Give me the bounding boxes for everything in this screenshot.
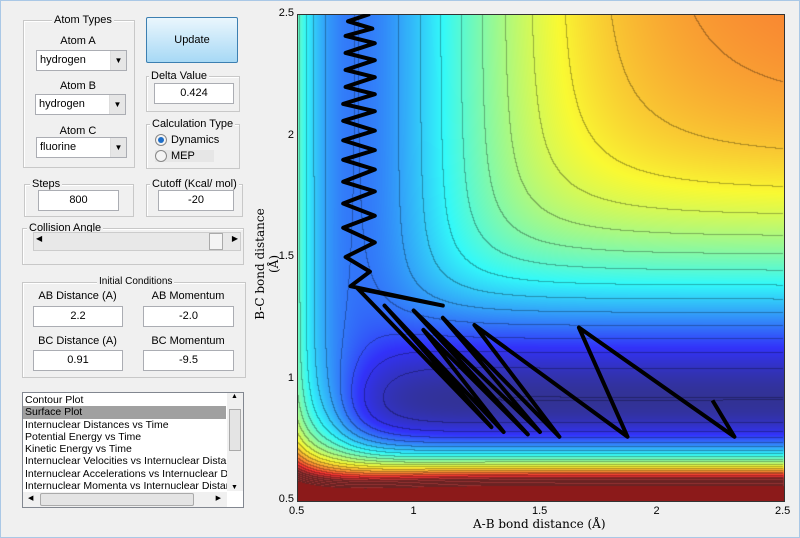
list-item[interactable]: Internuclear Velocities vs Internuclear …: [23, 455, 243, 467]
atom-b-select[interactable]: hydrogen ▼: [35, 94, 126, 115]
scrollbar-thumb[interactable]: [40, 493, 194, 506]
atom-a-select[interactable]: hydrogen ▼: [36, 50, 127, 71]
cutoff-input[interactable]: -20: [158, 190, 234, 211]
bc-momentum-input[interactable]: -9.5: [143, 350, 234, 371]
radio-label: MEP: [171, 150, 195, 162]
ab-momentum-label: AB Momentum: [151, 290, 225, 302]
steps-title: Steps: [30, 178, 63, 190]
cutoff-title: Cutoff (Kcal/ mol): [150, 178, 239, 190]
list-item[interactable]: Internuclear Distances vs Time: [23, 419, 226, 431]
horizontal-scrollbar[interactable]: ◀ ▶: [23, 492, 227, 507]
slider-thumb[interactable]: [209, 233, 223, 250]
bc-distance-label: BC Distance (A): [38, 335, 117, 347]
ab-momentum-input[interactable]: -2.0: [143, 306, 234, 327]
y-tick-label: 0.5: [278, 493, 294, 505]
x-tick-label: 0.5: [289, 505, 305, 517]
atom-b-value: hydrogen: [39, 98, 85, 110]
radio-indicator: [155, 134, 167, 146]
collision-angle-slider[interactable]: ◀ ▶: [33, 232, 241, 251]
y-axis-label: B-C bond distance (Å): [253, 208, 281, 320]
atom-b-label: Atom B: [59, 80, 97, 92]
radio-label: Dynamics: [171, 134, 220, 146]
radio-mep[interactable]: MEP: [155, 150, 214, 162]
atom-types-title: Atom Types: [52, 14, 114, 26]
steps-input[interactable]: 800: [38, 190, 119, 211]
trajectory-line: [341, 14, 737, 439]
y-tick-label: 2: [287, 128, 294, 141]
plot-type-listbox[interactable]: Contour Plot Surface Plot Internuclear Dis…: [22, 392, 244, 508]
x-tick-label: 2.5: [775, 505, 791, 517]
ab-distance-label: AB Distance (A): [38, 290, 117, 302]
calc-type-title: Calculation Type: [150, 118, 236, 130]
arrow-left-icon[interactable]: ◀: [36, 234, 42, 243]
radio-indicator: [155, 150, 167, 162]
initial-conditions-title: Initial Conditions: [97, 276, 175, 287]
x-tick-label: 1.5: [532, 505, 548, 517]
atom-a-label: Atom A: [60, 35, 96, 47]
arrow-down-icon[interactable]: ▼: [231, 484, 238, 491]
bc-momentum-label: BC Momentum: [151, 335, 225, 347]
delta-input[interactable]: 0.424: [154, 83, 234, 104]
list-item[interactable]: Internuclear Momenta vs Internuclear Dis…: [23, 480, 243, 492]
chevron-down-icon: ▼: [109, 95, 125, 114]
list-item[interactable]: Surface Plot: [23, 406, 226, 419]
arrow-up-icon[interactable]: ▲: [231, 393, 238, 400]
y-tick-label: 1: [287, 371, 294, 384]
update-button[interactable]: Update: [146, 17, 238, 63]
chevron-down-icon: ▼: [110, 51, 126, 70]
arrow-right-icon[interactable]: ▶: [216, 494, 221, 502]
atom-c-select[interactable]: fluorine ▼: [36, 137, 127, 158]
delta-title: Delta Value: [149, 70, 210, 82]
trajectory-overlay: [341, 14, 737, 439]
list-item[interactable]: Contour Plot: [23, 394, 226, 406]
arrow-right-icon[interactable]: ▶: [232, 234, 238, 243]
atom-c-value: fluorine: [40, 141, 77, 153]
list-item[interactable]: Kinetic Energy vs Time: [23, 443, 226, 455]
atom-a-value: hydrogen: [40, 54, 86, 66]
atom-c-label: Atom C: [59, 125, 97, 137]
ab-distance-input[interactable]: 2.2: [33, 306, 123, 327]
calc-type-group: Calculation Type: [146, 118, 240, 169]
list-item[interactable]: Potential Energy vs Time: [23, 431, 226, 443]
radio-dynamics[interactable]: Dynamics: [155, 134, 219, 146]
bc-distance-input[interactable]: 0.91: [33, 350, 123, 371]
x-tick-label: 2: [653, 505, 660, 517]
x-axis-label: A-B bond distance (Å): [473, 517, 606, 531]
chevron-down-icon: ▼: [110, 138, 126, 157]
x-tick-label: 1: [410, 505, 417, 517]
y-tick-label: 2.5: [278, 7, 294, 19]
list-item[interactable]: Internuclear Accelerations vs Internucle…: [23, 468, 243, 480]
scrollbar-thumb[interactable]: [229, 409, 241, 451]
arrow-left-icon[interactable]: ◀: [28, 494, 33, 502]
vertical-scrollbar[interactable]: ▲ ▼: [227, 393, 243, 491]
